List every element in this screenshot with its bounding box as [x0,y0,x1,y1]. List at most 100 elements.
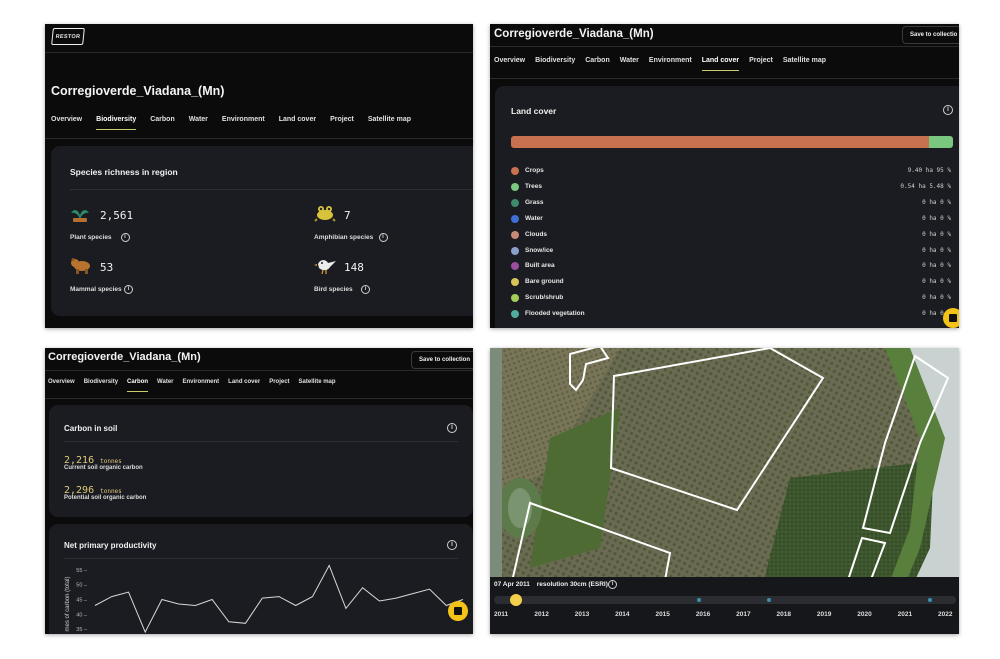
legend-dot [511,294,519,303]
tab-land-cover[interactable]: Land cover [279,116,316,130]
tab-carbon[interactable]: Carbon [585,57,610,71]
timeline-year[interactable]: 2022 [938,611,952,618]
land-cover-label: Water [525,214,543,222]
legend-dot [511,246,519,255]
timeline-year[interactable]: 2012 [534,611,548,618]
bird-icon [314,256,338,276]
y-tick-label: 55 – [76,568,88,574]
species-label: Amphibian species [314,234,374,241]
timeline-year[interactable]: 2016 [696,611,710,618]
land-cover-label: Grass [525,198,544,206]
tab-biodiversity[interactable]: Biodiversity [535,57,575,71]
site-title: Corregioverde_Viadana_(Mn) [51,84,225,98]
tab-environment[interactable]: Environment [183,379,220,392]
species-label: Plant species [70,234,112,241]
land-cover-value: 0 ha 0 % [922,246,951,254]
timeline-year[interactable]: 2014 [615,611,629,618]
carbon-unit: tonnes [100,488,122,495]
save-to-collection-button[interactable]: Save to collectio [902,26,959,44]
bear-icon [70,256,94,276]
tab-bar: Overview Biodiversity Carbon Water Environme… [51,116,411,130]
info-icon[interactable]: i [120,233,130,242]
land-cover-value: 9.40 ha 95 % [907,167,951,174]
land-cover-label: Crops [525,167,544,174]
tab-water[interactable]: Water [189,116,208,130]
chat-button[interactable] [448,601,468,621]
timeline-year[interactable]: 2020 [857,611,871,618]
info-icon[interactable]: i [124,285,133,294]
tab-land-cover[interactable]: Land cover [228,379,260,392]
npp-chart: mes of carbon (total)30 –35 –40 –45 –50 … [65,564,464,634]
soil-carbon-label: Potential soil organic carbon [64,495,147,501]
y-tick-label: 45 – [76,598,88,604]
legend-dot [511,182,519,191]
npp-series-line [94,564,464,634]
timeline-year[interactable]: 2017 [736,611,750,618]
npp-card: Net primary productivity i mes of carbon… [49,524,473,634]
land-cover-value: 0 ha 0 % [922,230,951,238]
info-icon[interactable]: i [608,580,617,589]
timeline-year[interactable]: 2013 [575,611,589,618]
imagery-marker[interactable] [697,598,702,602]
resolution-label: resolution 30cm (ESRI) [536,581,608,588]
tab-water[interactable]: Water [157,379,173,392]
tab-water[interactable]: Water [620,57,639,71]
tab-biodiversity[interactable]: Biodiversity [96,116,137,130]
tab-carbon[interactable]: Carbon [150,116,175,130]
timeline-track[interactable] [494,594,956,606]
timeline-year[interactable]: 2021 [898,611,912,618]
chat-icon [949,314,957,322]
legend-dot [511,230,519,239]
tab-bar: Overview Biodiversity Carbon Water Environme… [48,379,336,392]
tab-environment[interactable]: Environment [649,57,692,71]
land-cover-value: 0 ha 0 % [922,214,951,222]
carbon-in-soil-card: Carbon in soil i 2,216 tonnes Current soil… [49,405,473,517]
land-cover-label: Clouds [525,230,548,238]
restor-logo[interactable]: RESTOR [51,28,85,45]
imagery-marker[interactable] [928,598,933,602]
timeline-year[interactable]: 2015 [655,611,669,618]
tab-biodiversity[interactable]: Biodiversity [84,379,118,392]
timeline-thumb[interactable] [509,594,522,606]
tab-overview[interactable]: Overview [51,116,82,130]
legend-dot [511,167,519,175]
timeline-year[interactable]: 2019 [817,611,831,618]
legend-dot [511,198,519,207]
species-label: Mammal species [70,286,122,293]
site-title: Corregioverde_Viadana_(Mn) [48,351,201,363]
info-icon[interactable]: i [361,285,370,294]
tab-satellite-map[interactable]: Satellite map [299,379,336,392]
land-cover-label: Trees [525,182,542,190]
chat-icon [454,607,462,615]
land-cover-label: Built area [525,262,555,270]
tab-project[interactable]: Project [749,57,773,71]
tab-environment[interactable]: Environment [222,116,265,130]
save-to-collection-button[interactable]: Save to collection [411,351,473,369]
timeline-year[interactable]: 2018 [777,611,791,618]
info-icon[interactable]: i [378,233,388,242]
card-title: Species richness in region [70,167,178,177]
imagery-marker[interactable] [766,598,771,602]
timeline-year[interactable]: 2011 [494,611,508,618]
land-cover-value: 0 ha 0 % [922,278,951,286]
tab-overview[interactable]: Overview [494,57,525,71]
info-icon[interactable]: i [943,105,953,115]
tab-bar: Overview Biodiversity Carbon Water Environme… [494,57,826,71]
tab-satellite-map[interactable]: Satellite map [368,116,411,130]
tab-carbon[interactable]: Carbon [127,379,149,392]
land-cover-card: Land cover i Crops 9.40 ha 95 % Trees 0.54 … [495,86,959,328]
tab-satellite-map[interactable]: Satellite map [783,57,826,71]
soil-carbon-label: Current soil organic carbon [64,465,143,471]
tab-project[interactable]: Project [269,379,289,392]
carbon-unit: tonnes [100,458,122,465]
date-label: 07 Apr 2011 [494,581,530,588]
land-cover-label: Snow/ice [525,246,554,254]
tab-land-cover[interactable]: Land cover [701,57,740,71]
y-tick-label: 50 – [76,583,88,589]
tab-overview[interactable]: Overview [48,379,75,392]
chat-button[interactable] [943,308,959,328]
legend-dot [511,262,519,271]
info-icon[interactable]: i [447,423,457,433]
land-cover-value: 0.54 ha 5.48 % [900,182,951,190]
tab-project[interactable]: Project [330,116,354,130]
